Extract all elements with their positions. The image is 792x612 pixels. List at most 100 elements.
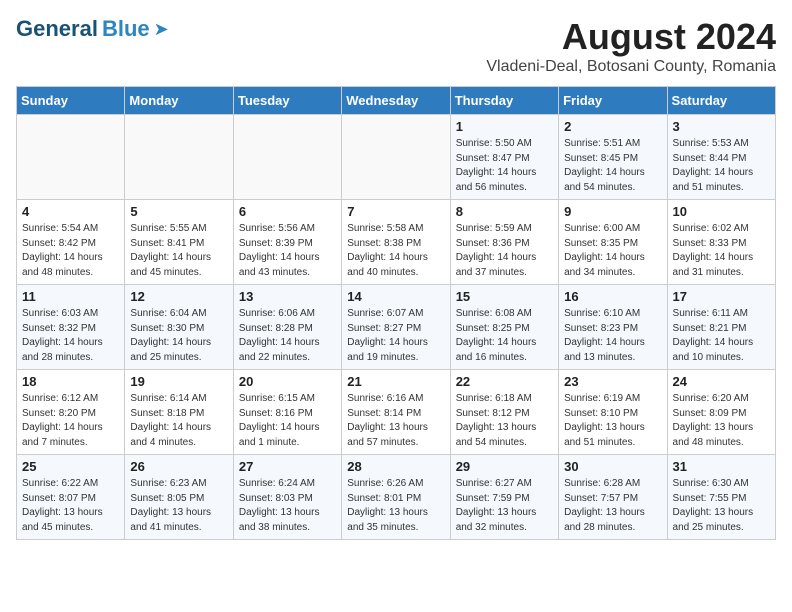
day-detail: Sunrise: 6:26 AM Sunset: 8:01 PM Dayligh… [347,477,444,535]
calendar-cell: 10 Sunrise: 6:02 AM Sunset: 8:33 PM Dayli… [667,200,775,285]
weekday-header-wednesday: Wednesday [342,87,450,115]
day-number: 24 [673,374,770,389]
calendar-cell: 28 Sunrise: 6:26 AM Sunset: 8:01 PM Dayli… [342,455,450,540]
calendar-cell: 31 Sunrise: 6:30 AM Sunset: 7:55 PM Dayli… [667,455,775,540]
day-number: 30 [564,459,661,474]
day-number: 26 [130,459,227,474]
day-detail: Sunrise: 6:19 AM Sunset: 8:10 PM Dayligh… [564,392,661,450]
day-number: 9 [564,204,661,219]
calendar-cell [125,115,233,200]
title-area: August 2024 Vladeni-Deal, Botosani Count… [486,16,776,76]
calendar-cell: 19Sunrise: 6:14 AM Sunset: 8:18 PM Dayli… [125,370,233,455]
weekday-header-friday: Friday [559,87,667,115]
calendar-cell: 20Sunrise: 6:15 AM Sunset: 8:16 PM Dayli… [233,370,341,455]
day-number: 20 [239,374,336,389]
weekday-header-saturday: Saturday [667,87,775,115]
calendar-body: 1 Sunrise: 5:50 AM Sunset: 8:47 PM Daylig… [17,115,776,540]
day-detail: Sunrise: 5:51 AM Sunset: 8:45 PM Dayligh… [564,137,661,195]
weekday-header-row: SundayMondayTuesdayWednesdayThursdayFrid… [17,87,776,115]
day-detail: Sunrise: 5:50 AM Sunset: 8:47 PM Dayligh… [456,137,553,195]
day-detail: Sunrise: 6:04 AM Sunset: 8:30 PM Dayligh… [130,307,227,365]
day-detail: Sunrise: 6:22 AM Sunset: 8:07 PM Dayligh… [22,477,119,535]
day-number: 1 [456,119,553,134]
day-detail: Sunrise: 6:27 AM Sunset: 7:59 PM Dayligh… [456,477,553,535]
calendar-cell: 3 Sunrise: 5:53 AM Sunset: 8:44 PM Daylig… [667,115,775,200]
weekday-header-sunday: Sunday [17,87,125,115]
day-number: 22 [456,374,553,389]
day-number: 11 [22,289,119,304]
day-number: 4 [22,204,119,219]
day-number: 14 [347,289,444,304]
weekday-header-thursday: Thursday [450,87,558,115]
day-detail: Sunrise: 6:20 AM Sunset: 8:09 PM Dayligh… [673,392,770,450]
calendar-cell [342,115,450,200]
calendar-cell: 26 Sunrise: 6:23 AM Sunset: 8:05 PM Dayli… [125,455,233,540]
day-detail: Sunrise: 6:00 AM Sunset: 8:35 PM Dayligh… [564,222,661,280]
day-number: 31 [673,459,770,474]
logo-bird-icon: ➤ [154,19,169,40]
day-detail: Sunrise: 6:12 AM Sunset: 8:20 PM Dayligh… [22,392,119,450]
day-detail: Sunrise: 6:28 AM Sunset: 7:57 PM Dayligh… [564,477,661,535]
calendar-week-2: 4 Sunrise: 5:54 AM Sunset: 8:42 PM Daylig… [17,200,776,285]
weekday-header-tuesday: Tuesday [233,87,341,115]
calendar-week-4: 18Sunrise: 6:12 AM Sunset: 8:20 PM Dayli… [17,370,776,455]
day-detail: Sunrise: 6:02 AM Sunset: 8:33 PM Dayligh… [673,222,770,280]
day-number: 5 [130,204,227,219]
day-detail: Sunrise: 6:18 AM Sunset: 8:12 PM Dayligh… [456,392,553,450]
location: Vladeni-Deal, Botosani County, Romania [486,58,776,76]
logo-blue: Blue [102,16,150,42]
day-number: 10 [673,204,770,219]
calendar-cell: 2 Sunrise: 5:51 AM Sunset: 8:45 PM Daylig… [559,115,667,200]
calendar-header: SundayMondayTuesdayWednesdayThursdayFrid… [17,87,776,115]
day-detail: Sunrise: 5:55 AM Sunset: 8:41 PM Dayligh… [130,222,227,280]
calendar-cell: 4 Sunrise: 5:54 AM Sunset: 8:42 PM Daylig… [17,200,125,285]
day-detail: Sunrise: 6:03 AM Sunset: 8:32 PM Dayligh… [22,307,119,365]
weekday-header-monday: Monday [125,87,233,115]
day-detail: Sunrise: 6:30 AM Sunset: 7:55 PM Dayligh… [673,477,770,535]
day-number: 16 [564,289,661,304]
calendar-cell: 30 Sunrise: 6:28 AM Sunset: 7:57 PM Dayli… [559,455,667,540]
calendar-cell: 11 Sunrise: 6:03 AM Sunset: 8:32 PM Dayli… [17,285,125,370]
calendar-week-1: 1 Sunrise: 5:50 AM Sunset: 8:47 PM Daylig… [17,115,776,200]
calendar-cell [17,115,125,200]
day-number: 3 [673,119,770,134]
calendar-cell: 1 Sunrise: 5:50 AM Sunset: 8:47 PM Daylig… [450,115,558,200]
calendar-week-3: 11 Sunrise: 6:03 AM Sunset: 8:32 PM Dayli… [17,285,776,370]
day-detail: Sunrise: 5:54 AM Sunset: 8:42 PM Dayligh… [22,222,119,280]
calendar-cell: 12Sunrise: 6:04 AM Sunset: 8:30 PM Dayli… [125,285,233,370]
day-detail: Sunrise: 6:10 AM Sunset: 8:23 PM Dayligh… [564,307,661,365]
day-number: 2 [564,119,661,134]
day-detail: Sunrise: 5:56 AM Sunset: 8:39 PM Dayligh… [239,222,336,280]
day-detail: Sunrise: 6:14 AM Sunset: 8:18 PM Dayligh… [130,392,227,450]
day-detail: Sunrise: 6:07 AM Sunset: 8:27 PM Dayligh… [347,307,444,365]
calendar-week-5: 25 Sunrise: 6:22 AM Sunset: 8:07 PM Dayli… [17,455,776,540]
day-number: 15 [456,289,553,304]
day-detail: Sunrise: 6:11 AM Sunset: 8:21 PM Dayligh… [673,307,770,365]
calendar-cell: 7Sunrise: 5:58 AM Sunset: 8:38 PM Daylig… [342,200,450,285]
calendar-cell: 17Sunrise: 6:11 AM Sunset: 8:21 PM Dayli… [667,285,775,370]
day-number: 8 [456,204,553,219]
day-number: 25 [22,459,119,474]
page-header: General Blue ➤ August 2024 Vladeni-Deal,… [16,16,776,76]
day-detail: Sunrise: 6:24 AM Sunset: 8:03 PM Dayligh… [239,477,336,535]
calendar-cell: 8 Sunrise: 5:59 AM Sunset: 8:36 PM Daylig… [450,200,558,285]
calendar-cell: 23 Sunrise: 6:19 AM Sunset: 8:10 PM Dayli… [559,370,667,455]
calendar-cell: 5 Sunrise: 5:55 AM Sunset: 8:41 PM Daylig… [125,200,233,285]
calendar-cell: 9 Sunrise: 6:00 AM Sunset: 8:35 PM Daylig… [559,200,667,285]
calendar-cell: 14 Sunrise: 6:07 AM Sunset: 8:27 PM Dayli… [342,285,450,370]
day-number: 23 [564,374,661,389]
calendar-cell: 27 Sunrise: 6:24 AM Sunset: 8:03 PM Dayli… [233,455,341,540]
day-detail: Sunrise: 6:06 AM Sunset: 8:28 PM Dayligh… [239,307,336,365]
day-detail: Sunrise: 6:23 AM Sunset: 8:05 PM Dayligh… [130,477,227,535]
calendar-cell: 29Sunrise: 6:27 AM Sunset: 7:59 PM Dayli… [450,455,558,540]
day-detail: Sunrise: 5:53 AM Sunset: 8:44 PM Dayligh… [673,137,770,195]
day-number: 28 [347,459,444,474]
calendar-cell: 22 Sunrise: 6:18 AM Sunset: 8:12 PM Dayli… [450,370,558,455]
logo: General Blue ➤ [16,16,169,42]
calendar-cell: 21Sunrise: 6:16 AM Sunset: 8:14 PM Dayli… [342,370,450,455]
day-detail: Sunrise: 5:58 AM Sunset: 8:38 PM Dayligh… [347,222,444,280]
day-detail: Sunrise: 5:59 AM Sunset: 8:36 PM Dayligh… [456,222,553,280]
day-number: 27 [239,459,336,474]
calendar-cell: 15Sunrise: 6:08 AM Sunset: 8:25 PM Dayli… [450,285,558,370]
day-number: 13 [239,289,336,304]
